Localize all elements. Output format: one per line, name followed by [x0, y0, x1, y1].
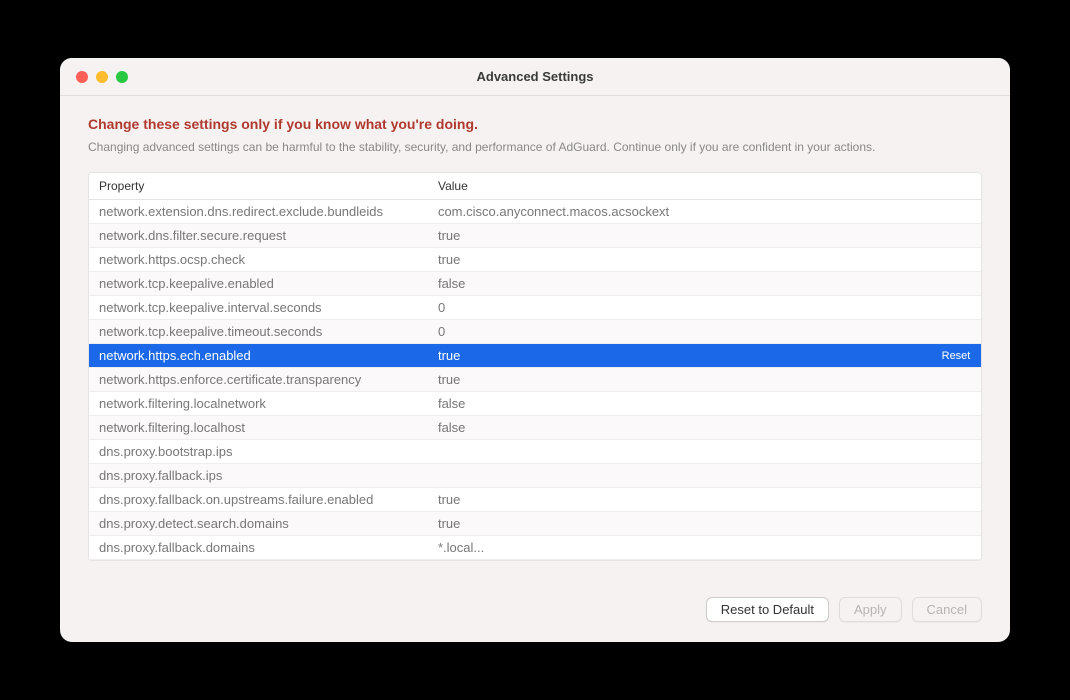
table-row[interactable]: network.filtering.localnetworkfalseReset	[89, 392, 981, 416]
cancel-button: Cancel	[912, 597, 982, 622]
value-cell[interactable]: com.cisco.anyconnect.macos.acsockext	[428, 200, 931, 224]
value-cell[interactable]: true	[428, 344, 931, 368]
reset-cell: Reset	[931, 224, 981, 248]
reset-cell: Reset	[931, 512, 981, 536]
table-row[interactable]: network.https.ocsp.checktrueReset	[89, 248, 981, 272]
table-row[interactable]: network.tcp.keepalive.enabledfalseReset	[89, 272, 981, 296]
traffic-lights	[60, 71, 128, 83]
table-row[interactable]: network.tcp.keepalive.timeout.seconds0Re…	[89, 320, 981, 344]
reset-cell: Reset	[931, 416, 981, 440]
table-row[interactable]: dns.proxy.fallback.domains*.local...Rese…	[89, 536, 981, 560]
property-cell: dns.proxy.bootstrap.ips	[89, 440, 428, 464]
maximize-icon[interactable]	[116, 71, 128, 83]
column-header-property[interactable]: Property	[89, 173, 428, 200]
value-cell[interactable]: *.local...	[428, 536, 931, 560]
table-row[interactable]: network.dns.filter.secure.requesttrueRes…	[89, 224, 981, 248]
property-cell: network.dns.filter.secure.request	[89, 224, 428, 248]
property-cell: network.https.ech.enabled	[89, 344, 428, 368]
value-cell[interactable]: false	[428, 272, 931, 296]
table-row[interactable]: network.extension.dns.redirect.exclude.b…	[89, 200, 981, 224]
reset-cell: Reset	[931, 200, 981, 224]
property-cell: dns.proxy.fallback.domains	[89, 536, 428, 560]
settings-table-wrap: Property Value network.extension.dns.red…	[88, 172, 982, 561]
table-row[interactable]: network.filtering.localhostfalseReset	[89, 416, 981, 440]
table-row[interactable]: network.https.ech.enabledtrue Reset	[89, 344, 981, 368]
property-cell: network.filtering.localhost	[89, 416, 428, 440]
reset-cell: Reset	[931, 248, 981, 272]
warning-heading: Change these settings only if you know w…	[88, 116, 982, 132]
table-row[interactable]: dns.proxy.fallback.ips Reset	[89, 464, 981, 488]
table-row[interactable]: network.tcp.keepalive.interval.seconds0R…	[89, 296, 981, 320]
reset-cell: Reset	[931, 368, 981, 392]
reset-cell: Reset	[931, 440, 981, 464]
value-cell[interactable]: false	[428, 416, 931, 440]
reset-cell: Reset	[931, 392, 981, 416]
value-cell[interactable]: 0	[428, 296, 931, 320]
reset-cell: Reset	[931, 272, 981, 296]
table-body: network.extension.dns.redirect.exclude.b…	[89, 200, 981, 560]
property-cell: network.https.enforce.certificate.transp…	[89, 368, 428, 392]
reset-to-default-button[interactable]: Reset to Default	[706, 597, 829, 622]
value-cell[interactable]: 0	[428, 320, 931, 344]
column-header-reset	[931, 173, 981, 200]
value-cell[interactable]: true	[428, 368, 931, 392]
value-cell[interactable]: true	[428, 248, 931, 272]
table-row[interactable]: dns.proxy.detect.search.domainstrueReset	[89, 512, 981, 536]
property-cell: network.https.ocsp.check	[89, 248, 428, 272]
value-cell[interactable]: true	[428, 224, 931, 248]
column-header-value[interactable]: Value	[428, 173, 931, 200]
footer: Reset to Default Apply Cancel	[60, 581, 1010, 642]
table-row[interactable]: network.https.enforce.certificate.transp…	[89, 368, 981, 392]
warning-subtext: Changing advanced settings can be harmfu…	[88, 140, 982, 154]
titlebar: Advanced Settings	[60, 58, 1010, 96]
table-header-row: Property Value	[89, 173, 981, 200]
reset-cell: Reset	[931, 296, 981, 320]
property-cell: network.extension.dns.redirect.exclude.b…	[89, 200, 428, 224]
reset-cell: Reset	[931, 464, 981, 488]
reset-cell: Reset	[931, 536, 981, 560]
table-row[interactable]: dns.proxy.fallback.on.upstreams.failure.…	[89, 488, 981, 512]
property-cell: dns.proxy.fallback.ips	[89, 464, 428, 488]
apply-button: Apply	[839, 597, 902, 622]
value-cell[interactable]: true	[428, 488, 931, 512]
table-row[interactable]: dns.proxy.bootstrap.ips Reset	[89, 440, 981, 464]
value-cell[interactable]: false	[428, 392, 931, 416]
property-cell: dns.proxy.fallback.on.upstreams.failure.…	[89, 488, 428, 512]
reset-cell: Reset	[931, 320, 981, 344]
property-cell: network.tcp.keepalive.interval.seconds	[89, 296, 428, 320]
property-cell: network.filtering.localnetwork	[89, 392, 428, 416]
settings-table: Property Value network.extension.dns.red…	[89, 173, 981, 560]
value-cell[interactable]	[428, 440, 931, 464]
value-cell[interactable]	[428, 464, 931, 488]
window-title: Advanced Settings	[60, 69, 1010, 84]
close-icon[interactable]	[76, 71, 88, 83]
reset-cell: Reset	[931, 488, 981, 512]
reset-row-button[interactable]: Reset	[942, 350, 971, 362]
reset-cell[interactable]: Reset	[931, 344, 981, 368]
property-cell: network.tcp.keepalive.enabled	[89, 272, 428, 296]
settings-window: Advanced Settings Change these settings …	[60, 58, 1010, 642]
property-cell: network.tcp.keepalive.timeout.seconds	[89, 320, 428, 344]
content-area: Change these settings only if you know w…	[60, 96, 1010, 581]
value-cell[interactable]: true	[428, 512, 931, 536]
property-cell: dns.proxy.detect.search.domains	[89, 512, 428, 536]
minimize-icon[interactable]	[96, 71, 108, 83]
